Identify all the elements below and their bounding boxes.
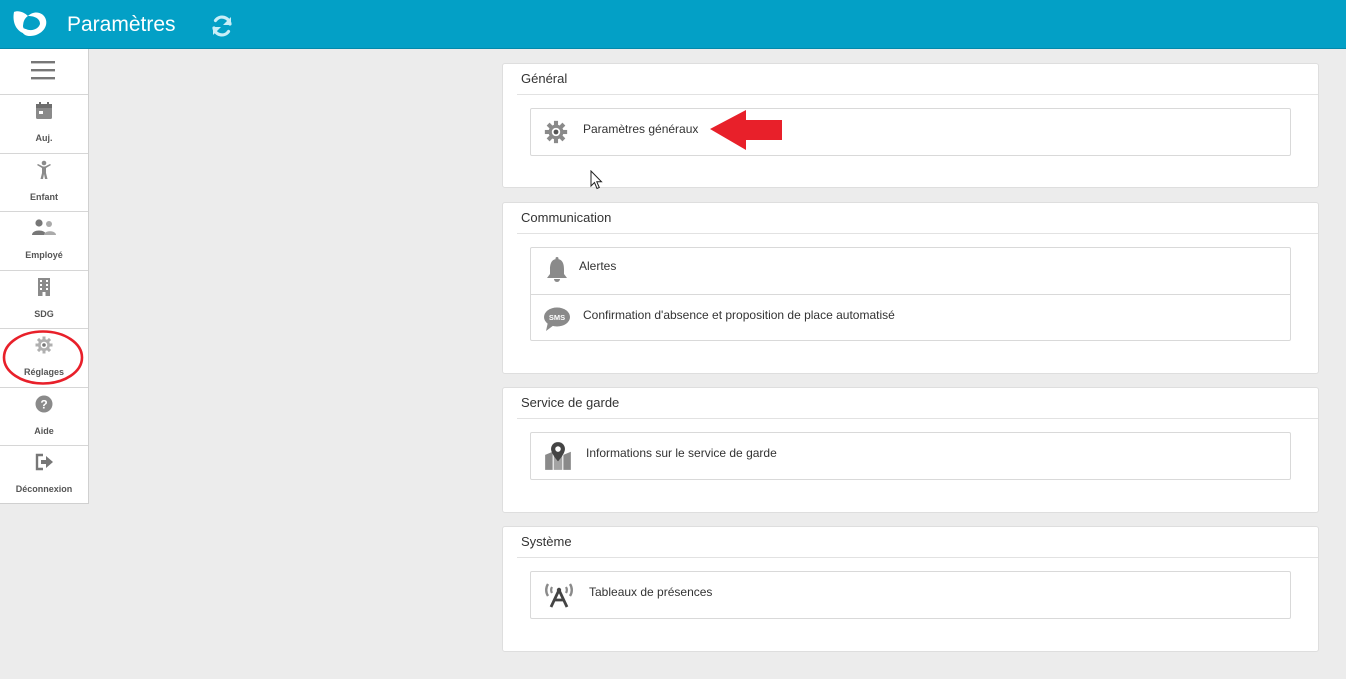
section-title: Communication — [521, 210, 612, 225]
svg-text:SMS: SMS — [549, 313, 565, 322]
svg-text:?: ? — [40, 397, 47, 411]
list-item-label: Paramètres généraux — [583, 122, 699, 136]
sidebar-item-label: Réglages — [23, 367, 65, 377]
list-item-label: Tableaux de présences — [589, 585, 713, 599]
sidebar-item-employee[interactable]: Employé — [0, 212, 88, 271]
section-general: Général Paramètres généraux — [502, 63, 1319, 188]
section-divider — [517, 418, 1318, 419]
top-bar: Paramètres — [0, 0, 1346, 49]
sidebar-item-label: Déconnexion — [15, 484, 73, 494]
butterfly-logo-icon[interactable] — [10, 8, 48, 40]
section-divider — [517, 557, 1318, 558]
sidebar-item-label: SDG — [34, 308, 54, 319]
section-divider — [517, 233, 1318, 234]
list-item-attendance-tables[interactable]: Tableaux de présences — [531, 572, 1290, 618]
sidebar-item-logout[interactable]: Déconnexion — [0, 446, 88, 505]
calendar-icon — [36, 102, 52, 119]
sms-bubble-icon: SMS — [544, 307, 570, 331]
section-title: Général — [521, 71, 568, 86]
page-title: Paramètres — [67, 13, 176, 36]
users-icon — [32, 219, 56, 235]
list-item-label: Alertes — [579, 259, 617, 273]
sidebar-item-label: Enfant — [30, 191, 58, 202]
sidebar-item-label: Auj. — [35, 133, 53, 143]
menu-toggle-button[interactable] — [0, 49, 88, 95]
item-list: Informations sur le service de garde — [530, 432, 1291, 480]
sidebar: Auj. Enfant Employé SDG Réglages ? Aide … — [0, 49, 89, 504]
child-icon — [37, 160, 51, 179]
sign-out-icon — [35, 453, 53, 471]
section-communication: Communication Alertes SMS Confirmation d… — [502, 202, 1319, 374]
bell-icon — [547, 257, 567, 282]
gear-icon — [544, 120, 568, 144]
list-item-service-info[interactable]: Informations sur le service de garde — [531, 433, 1290, 479]
item-list: Alertes SMS Confirmation d'absence et pr… — [530, 247, 1291, 341]
section-title: Service de garde — [521, 395, 620, 410]
sidebar-item-label: Employé — [25, 250, 63, 260]
sidebar-item-today[interactable]: Auj. — [0, 95, 88, 154]
list-item-general-settings[interactable]: Paramètres généraux — [531, 109, 1290, 155]
list-item-label: Confirmation d'absence et proposition de… — [583, 308, 895, 322]
refresh-icon[interactable] — [210, 14, 234, 38]
map-marker-icon — [545, 442, 571, 470]
list-item-absence-confirmation[interactable]: SMS Confirmation d'absence et propositio… — [531, 294, 1290, 340]
list-item-alerts[interactable]: Alertes — [531, 248, 1290, 294]
gear-icon — [35, 336, 53, 354]
item-list: Paramètres généraux — [530, 108, 1291, 156]
section-childcare-service: Service de garde Informations sur le ser… — [502, 387, 1319, 513]
sidebar-item-sdg[interactable]: SDG — [0, 271, 88, 329]
sidebar-item-help[interactable]: ? Aide — [0, 388, 88, 446]
section-system: Système Tableaux de présences — [502, 526, 1319, 652]
sidebar-item-child[interactable]: Enfant — [0, 154, 88, 212]
section-title: Système — [521, 534, 572, 549]
antenna-icon — [545, 583, 573, 608]
hamburger-menu-icon — [31, 61, 55, 80]
sidebar-item-label: Aide — [34, 425, 54, 436]
building-icon — [38, 277, 50, 296]
sidebar-item-settings[interactable]: Réglages — [0, 329, 88, 388]
section-divider — [517, 94, 1318, 95]
list-item-label: Informations sur le service de garde — [586, 446, 777, 460]
item-list: Tableaux de présences — [530, 571, 1291, 619]
question-circle-icon: ? — [35, 395, 53, 412]
